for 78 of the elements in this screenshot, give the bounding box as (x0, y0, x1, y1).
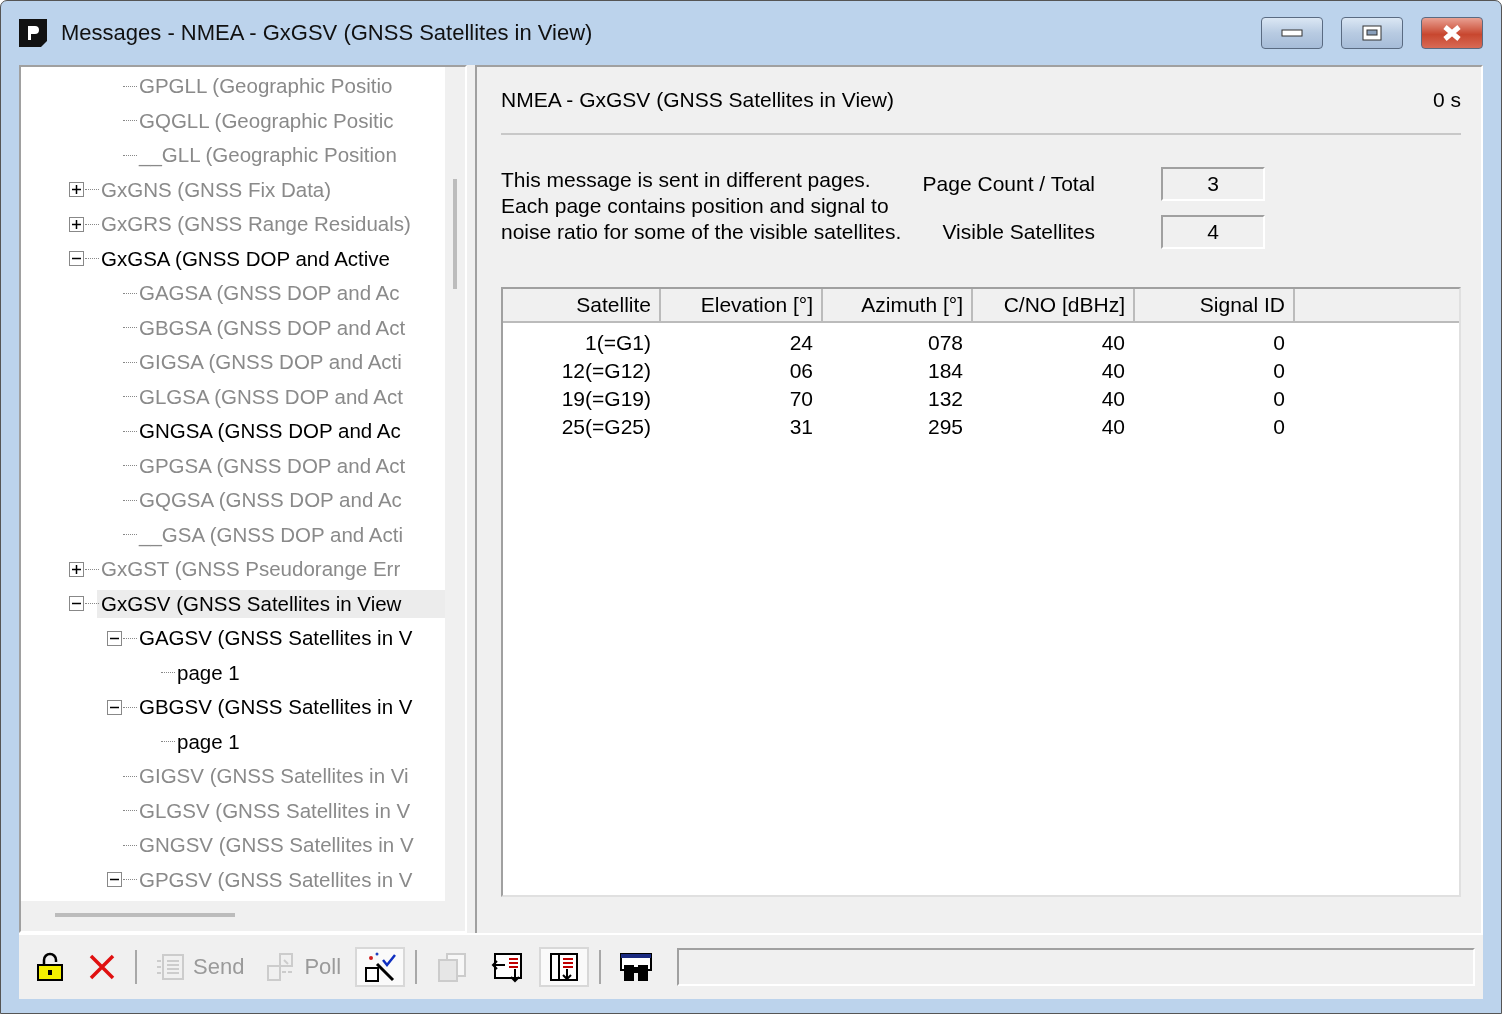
collapse-toggle[interactable] (107, 872, 122, 888)
table-cell-text: 31 (788, 414, 814, 440)
tree-item[interactable]: GIGSV (GNSS Satellites in Vi (135, 762, 413, 791)
tree-item[interactable]: GNGSA (GNSS DOP and Ac (135, 417, 405, 446)
tree-item[interactable]: GxGSV (GNSS Satellites in View (97, 589, 445, 618)
column-header[interactable]: Signal ID (1135, 289, 1295, 323)
table-cell-text: 19(=G19) (560, 386, 652, 412)
wand-button[interactable] (355, 947, 406, 987)
expand-toggle[interactable] (69, 182, 84, 198)
description-text: This message is sent in different pages. Each page contains position and signal to noise ratio for some of the visible satellites. (501, 167, 901, 245)
column-header[interactable]: C/NO [dBHz] (973, 289, 1135, 323)
table-cell-text: 078 (926, 330, 964, 356)
tree-item[interactable]: GxGRS (GNSS Range Residuals) (97, 210, 415, 239)
maximize-button[interactable] (1341, 17, 1403, 49)
collapse-toggle[interactable] (107, 699, 122, 715)
tree-item[interactable]: __GSA (GNSS DOP and Acti (135, 520, 407, 549)
table-cell-text: 24 (788, 330, 814, 356)
table-cell-text: 295 (926, 414, 964, 440)
close-button[interactable] (1421, 17, 1483, 49)
table-cell-text: 0 (1272, 386, 1286, 412)
column-header[interactable]: Elevation [°] (661, 289, 823, 323)
message-heading: NMEA - GxGSV (GNSS Satellites in View) (501, 88, 894, 112)
collapse-toggle[interactable] (107, 630, 122, 646)
list-button[interactable] (539, 947, 590, 987)
tree-item[interactable]: GBGSV (GNSS Satellites in V (135, 693, 417, 722)
table-cell-text: 0 (1272, 358, 1286, 384)
tree-item[interactable]: GxGNS (GNSS Fix Data) (97, 175, 336, 204)
app-logo-icon (19, 19, 47, 47)
close-icon (87, 952, 117, 982)
expand-toggle[interactable] (69, 216, 84, 232)
table-cell-text: 1(=G1) (584, 330, 652, 356)
table-cell-text: 12(=G12) (560, 358, 652, 384)
window-title: Messages - NMEA - GxGSV (GNSS Satellites in View) (61, 20, 594, 46)
table-cell-text: 0 (1272, 414, 1286, 440)
tree-item[interactable]: GAGSA (GNSS DOP and Ac (135, 279, 404, 308)
vertical-scrollbar[interactable] (445, 67, 465, 901)
tree-item[interactable]: GxGSA (GNSS DOP and Active (97, 244, 394, 273)
tree-item[interactable]: GAGSV (GNSS Satellites in V (135, 624, 417, 653)
age-label: 0 s (1433, 88, 1461, 112)
table-cell-text: 40 (1100, 386, 1126, 412)
tree-item[interactable]: GNGSV (GNSS Satellites in V (135, 831, 418, 860)
column-header[interactable]: Azimuth [°] (823, 289, 973, 323)
collapse-toggle[interactable] (69, 251, 84, 267)
column-header[interactable]: Satellite (503, 289, 661, 323)
tree-item[interactable]: GBGSA (GNSS DOP and Act (135, 313, 410, 342)
tree-item[interactable]: page 1 (173, 727, 244, 756)
value-field: 4 (1161, 215, 1265, 249)
binoculars-icon (619, 951, 654, 983)
field-label: Page Count / Total (921, 172, 1096, 196)
maximize-icon (1361, 24, 1383, 42)
collapse-toggle[interactable] (69, 596, 84, 612)
minimize-button[interactable] (1261, 17, 1323, 49)
tree-item[interactable]: GxGST (GNSS Pseudorange Err (97, 555, 405, 584)
minimize-icon (1281, 28, 1303, 38)
table-cell-text: 40 (1100, 414, 1126, 440)
tree-item[interactable]: GPGLL (Geographic Positio (135, 72, 397, 101)
tree-item[interactable]: GQGSA (GNSS DOP and Ac (135, 486, 406, 515)
tree-item[interactable]: GPGSV (GNSS Satellites in V (135, 865, 417, 894)
table-cell-text: 40 (1100, 330, 1126, 356)
tree-item[interactable]: GPGSA (GNSS DOP and Act (135, 451, 410, 480)
tree-item[interactable]: GLGSA (GNSS DOP and Act (135, 382, 407, 411)
tree-item[interactable]: __GLL (Geographic Position (135, 141, 401, 170)
tree-item[interactable]: GQGLL (Geographic Positic (135, 106, 398, 135)
table-cell-text: 70 (788, 386, 814, 412)
table-cell-text: 25(=G25) (560, 414, 652, 440)
value-field: 3 (1161, 167, 1265, 201)
padlock-icon (35, 952, 65, 982)
field-label: Visible Satellites (941, 220, 1096, 244)
expand-toggle[interactable] (69, 561, 84, 577)
magic-wand-icon (363, 950, 398, 984)
table-cell-text: 40 (1100, 358, 1126, 384)
tree-item[interactable]: page 1 (173, 658, 244, 687)
tree-item[interactable]: GIGSA (GNSS DOP and Acti (135, 348, 406, 377)
table-cell-text: 184 (926, 358, 964, 384)
table-cell-text: 0 (1272, 330, 1286, 356)
tree-item[interactable]: GLGSV (GNSS Satellites in V (135, 796, 415, 825)
table-cell-text: 132 (926, 386, 964, 412)
table-cell-text: 06 (788, 358, 814, 384)
